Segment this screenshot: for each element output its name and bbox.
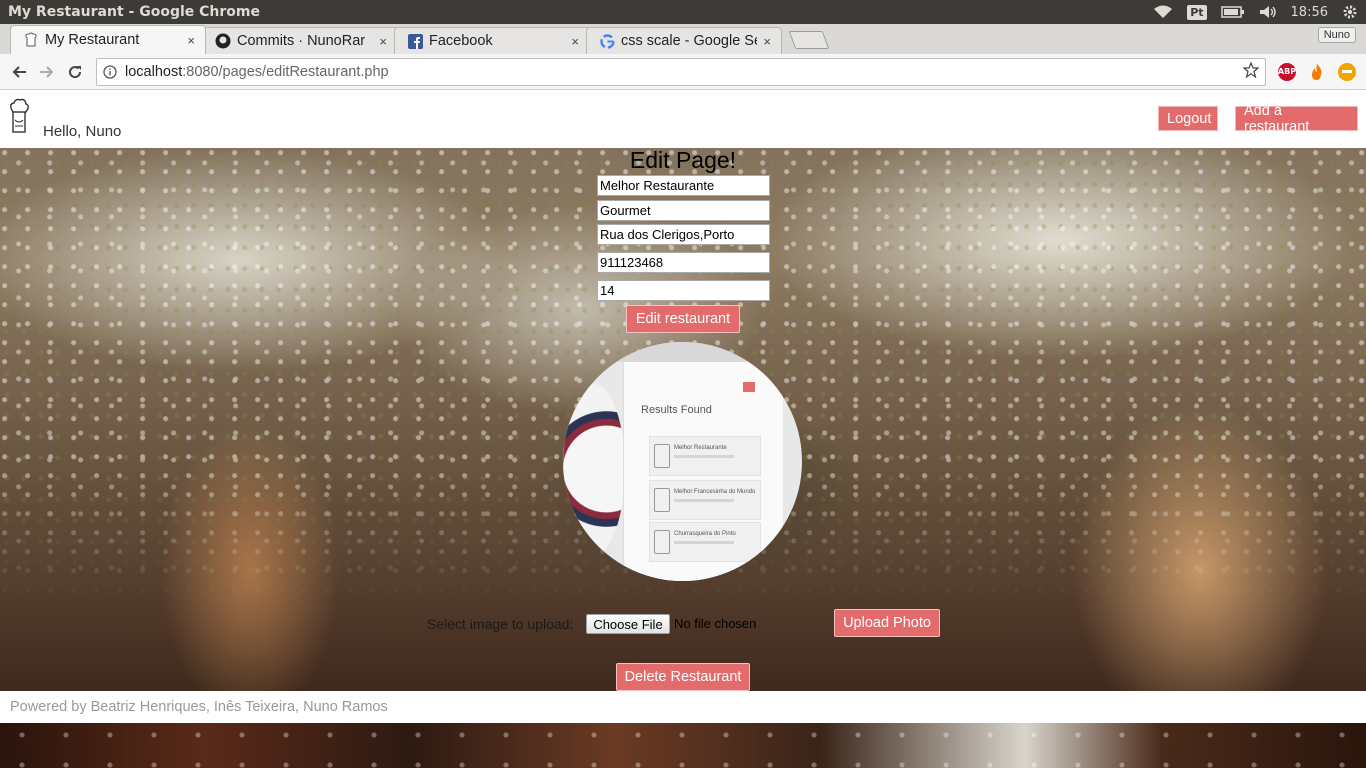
tab-my-restaurant[interactable]: My Restaurant ×	[10, 25, 206, 54]
background-photo-bottom	[0, 723, 1366, 768]
restaurant-category-input[interactable]	[597, 200, 770, 221]
restaurant-price-input[interactable]	[597, 280, 770, 301]
input-method-indicator[interactable]: Pt	[1187, 4, 1207, 20]
tab-close-icon[interactable]: ×	[379, 34, 387, 49]
restaurant-phone-input[interactable]	[597, 252, 770, 273]
bookmark-star-icon[interactable]	[1242, 60, 1260, 82]
upload-label: Select image to upload:	[427, 616, 574, 632]
tab-label: My Restaurant	[45, 32, 140, 48]
google-icon	[599, 33, 615, 49]
address-bar[interactable]: localhost:8080/pages/editRestaurant.php	[96, 57, 1266, 86]
new-tab-button[interactable]	[788, 31, 830, 49]
choose-file-button[interactable]: Choose File	[586, 614, 670, 634]
flame-extension-icon[interactable]	[1308, 63, 1326, 81]
screenshot-page: Results Found Melhor Restaurante Melhor …	[623, 362, 783, 581]
greeting-text: Hello, Nuno	[43, 123, 122, 140]
restaurant-photo: Results Found Melhor Restaurante Melhor …	[563, 342, 802, 581]
screenshot-accent	[743, 382, 755, 392]
file-status-text: No file chosen	[674, 616, 757, 631]
restaurant-address-input[interactable]	[597, 224, 770, 245]
screenshot-result-card: Churrasqueira do Pinto	[649, 522, 761, 562]
url-path: :8080/pages/editRestaurant.php	[182, 63, 389, 80]
url-host: localhost	[125, 63, 183, 80]
facebook-icon	[407, 33, 423, 49]
settings-gear-icon[interactable]	[1342, 4, 1358, 20]
site-header: Hello, Nuno Logout Add a restaurant	[0, 90, 1366, 148]
delete-restaurant-button[interactable]: Delete Restaurant	[616, 663, 750, 691]
tab-facebook[interactable]: Facebook ×	[394, 27, 590, 54]
profile-button[interactable]: Nuno	[1317, 27, 1356, 43]
volume-icon[interactable]	[1259, 5, 1277, 19]
site-info-icon[interactable]	[103, 64, 117, 79]
os-top-bar: My Restaurant - Google Chrome Pt 18:56	[0, 0, 1366, 24]
add-restaurant-button[interactable]: Add a restaurant	[1235, 103, 1358, 135]
chef-favicon-icon	[23, 32, 39, 48]
edit-restaurant-button[interactable]: Edit restaurant	[626, 305, 740, 333]
wifi-icon[interactable]	[1153, 5, 1173, 19]
tab-close-icon[interactable]: ×	[571, 34, 579, 49]
tab-strip: My Restaurant × Commits · NunoRar × Face…	[0, 24, 1366, 54]
battery-icon[interactable]	[1220, 6, 1245, 18]
tab-google-search[interactable]: css scale - Google Se ×	[586, 27, 782, 54]
clock[interactable]: 18:56	[1291, 5, 1328, 20]
tab-label: Commits · NunoRar	[237, 33, 366, 49]
screenshot-result-card: Melhor Restaurante	[649, 436, 761, 476]
tab-close-icon[interactable]: ×	[763, 34, 771, 49]
github-icon	[215, 33, 231, 49]
screenshot-browser-bar	[563, 342, 802, 362]
site-footer: Powered by Beatriz Henriques, Inês Teixe…	[0, 691, 1366, 723]
page-title: Edit Page!	[629, 147, 737, 173]
tab-close-icon[interactable]: ×	[187, 33, 195, 48]
forward-arrow-icon[interactable]	[34, 59, 60, 85]
upload-photo-button[interactable]: Upload Photo	[834, 609, 940, 637]
restaurant-name-input[interactable]	[597, 175, 770, 196]
tab-commits[interactable]: Commits · NunoRar ×	[202, 27, 398, 54]
adblock-plus-icon[interactable]: ABP	[1278, 62, 1296, 81]
back-arrow-icon[interactable]	[6, 59, 32, 85]
food-bowl-image	[563, 384, 625, 554]
reload-icon[interactable]	[62, 59, 88, 85]
footer-credits: Powered by Beatriz Henriques, Inês Teixe…	[10, 699, 388, 715]
tab-label: css scale - Google Se	[621, 33, 758, 49]
block-extension-icon[interactable]	[1338, 62, 1356, 81]
logout-button[interactable]: Logout	[1158, 106, 1218, 131]
window-title: My Restaurant - Google Chrome	[8, 4, 260, 20]
screenshot-result-card: Melhor Francesinha do Mundo	[649, 480, 761, 520]
tab-label: Facebook	[429, 33, 493, 49]
screenshot-heading: Results Found	[641, 404, 712, 416]
browser-toolbar: localhost:8080/pages/editRestaurant.php …	[0, 54, 1366, 90]
chef-hat-logo[interactable]	[8, 98, 30, 136]
